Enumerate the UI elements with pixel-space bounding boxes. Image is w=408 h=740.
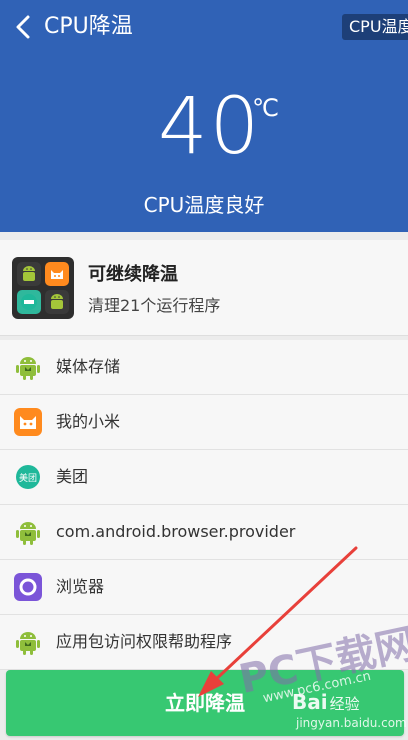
- app-group-icon: [12, 257, 74, 319]
- page-title: CPU降温: [44, 14, 133, 39]
- xiaomi-icon: [14, 408, 42, 436]
- list-item[interactable]: 美团 美团: [0, 450, 408, 505]
- cpu-temp-tab[interactable]: CPU温度: [342, 14, 408, 40]
- app-name: 应用包访问权限帮助程序: [56, 632, 233, 651]
- list-item[interactable]: 浏览器: [0, 560, 408, 615]
- android-icon: [14, 353, 42, 381]
- baidu-watermark-url: jingyan.baidu.com: [296, 716, 407, 730]
- summary-subtitle: 清理21个运行程序: [88, 296, 221, 315]
- browser-icon: [14, 573, 42, 601]
- android-icon: [45, 290, 69, 314]
- xiaomi-icon: [45, 262, 69, 286]
- meituan-icon: [17, 290, 41, 314]
- baidu-watermark: Bai 经验: [292, 690, 360, 714]
- list-item[interactable]: 我的小米: [0, 395, 408, 450]
- android-icon: [14, 628, 42, 656]
- list-item[interactable]: com.android.browser.provider: [0, 505, 408, 560]
- temperature-unit: ℃: [252, 94, 279, 122]
- temperature-status: CPU温度良好: [143, 193, 265, 217]
- meituan-icon: 美团: [14, 463, 42, 491]
- svg-text:美团: 美团: [19, 472, 37, 484]
- back-arrow-icon[interactable]: [12, 12, 36, 42]
- app-name: 浏览器: [56, 577, 105, 596]
- running-app-list: 媒体存储 我的小米 美团 美团 com.android.browser.prov…: [0, 340, 408, 670]
- summary-title: 可继续降温: [88, 264, 178, 285]
- temperature-header: CPU降温 CPU温度 40 ℃ CPU温度良好: [0, 0, 408, 232]
- cooling-summary: 可继续降温 清理21个运行程序: [0, 240, 408, 336]
- top-bar: CPU降温 CPU温度: [0, 0, 408, 56]
- app-name: com.android.browser.provider: [56, 522, 296, 541]
- baidu-logo-text: Bai: [292, 690, 328, 714]
- android-icon: [17, 262, 41, 286]
- temperature-value: 40: [158, 82, 262, 172]
- list-item[interactable]: 媒体存储: [0, 340, 408, 395]
- android-icon: [14, 518, 42, 546]
- app-name: 媒体存储: [56, 357, 121, 376]
- app-name: 美团: [56, 467, 89, 486]
- app-name: 我的小米: [56, 412, 121, 431]
- baidu-exp-text: 经验: [329, 695, 360, 713]
